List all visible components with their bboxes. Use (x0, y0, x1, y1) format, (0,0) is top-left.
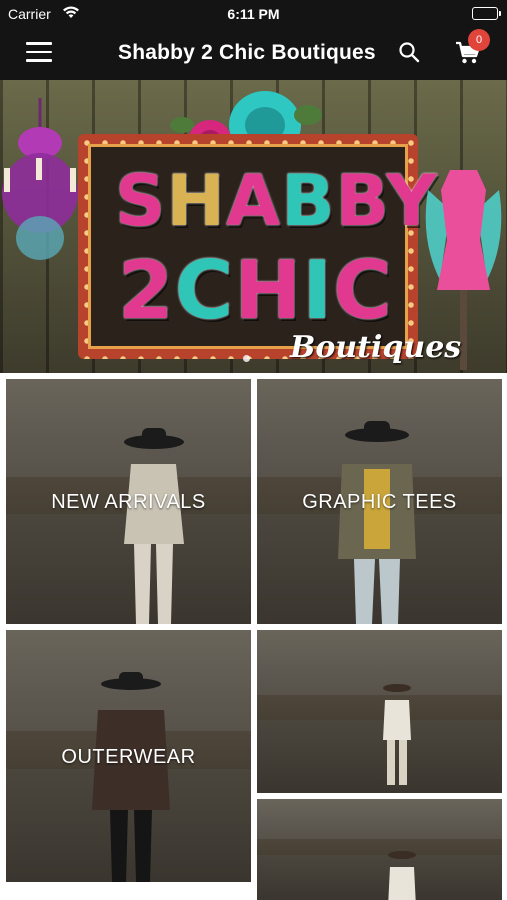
model-photo (388, 851, 416, 900)
model-photo (338, 421, 416, 624)
collection-label: OUTERWEAR (61, 746, 196, 768)
chandelier-image (2, 98, 78, 260)
collection-tile-graphic-tees[interactable]: GRAPHIC TEES (257, 379, 502, 624)
app-title: Shabby 2 Chic Boutiques (118, 41, 376, 64)
logo-script-boutiques: Boutiques (290, 330, 462, 365)
logo-marquee-sign: SHABBY 2CHIC (78, 134, 437, 359)
logo-word-shabby: SHABBY (115, 160, 438, 242)
model-photo (124, 428, 184, 624)
model-photo (92, 672, 170, 882)
hero-banner[interactable]: SHABBY 2CHIC Boutiques (0, 80, 507, 373)
collection-label: GRAPHIC TEES (302, 491, 457, 513)
top-nav-bar: Shabby 2 Chic Boutiques 0 (0, 28, 507, 80)
cart-count-badge: 0 (468, 29, 490, 51)
hamburger-menu-icon[interactable] (26, 42, 52, 64)
collection-tile-outerwear[interactable]: OUTERWEAR (6, 630, 251, 882)
battery-icon (472, 7, 501, 20)
collection-tile-new-arrivals[interactable]: NEW ARRIVALS (6, 379, 251, 624)
logo-word-2chic: 2CHIC (118, 244, 393, 337)
collection-tile-4[interactable] (257, 630, 502, 793)
clock: 6:11 PM (227, 6, 280, 22)
model-photo (383, 684, 411, 785)
status-bar: Carrier 6:11 PM (0, 0, 507, 28)
collection-tile-5[interactable] (257, 799, 502, 900)
search-icon[interactable] (398, 41, 422, 65)
carousel-page-indicator[interactable] (243, 355, 250, 362)
collection-label: NEW ARRIVALS (51, 491, 206, 513)
